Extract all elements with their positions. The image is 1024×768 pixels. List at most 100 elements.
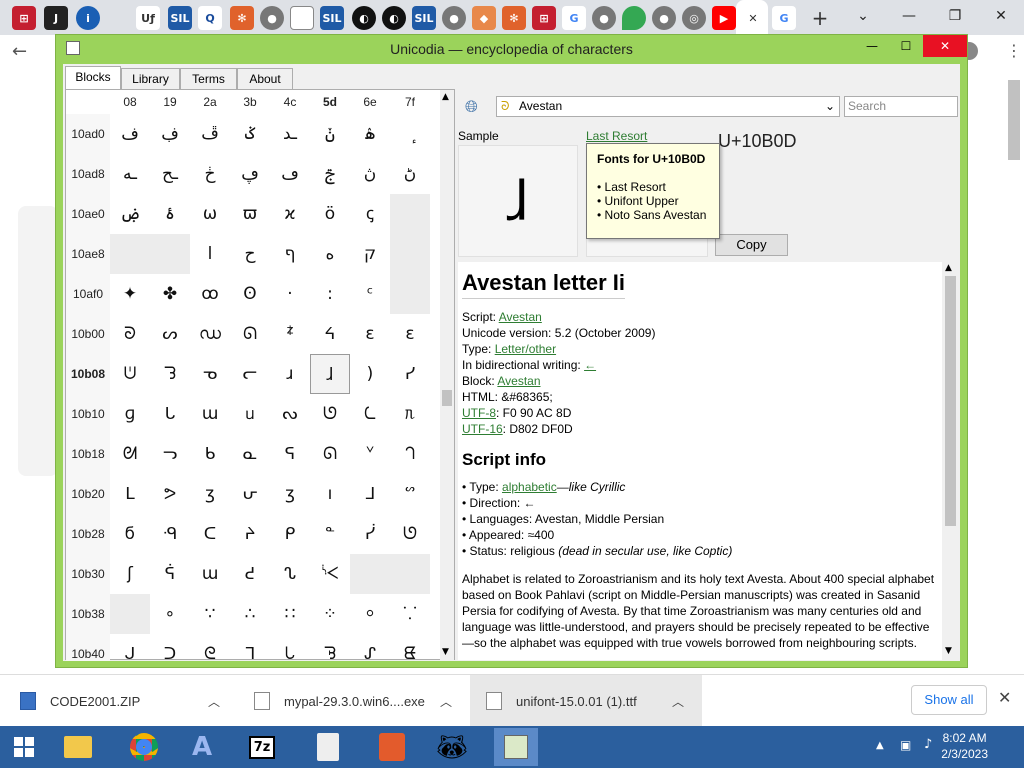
character-cell[interactable]: ✤: [150, 274, 190, 314]
character-cell[interactable]: ـد: [270, 114, 310, 154]
tray-chevron-icon[interactable]: ▲: [876, 740, 884, 751]
character-cell[interactable]: ݩ: [310, 114, 350, 154]
show-all-button[interactable]: Show all: [911, 685, 987, 715]
character-cell[interactable]: ڻ: [390, 154, 430, 194]
scroll-up-icon[interactable]: ▲: [442, 92, 449, 102]
maximize-button[interactable]: ☐: [889, 35, 923, 57]
character-cell[interactable]: ק: [350, 234, 390, 274]
character-cell[interactable]: ᶜ: [350, 274, 390, 314]
tab-favicon[interactable]: ◆: [472, 6, 496, 30]
minimize-button[interactable]: —: [855, 35, 889, 57]
globe-icon[interactable]: ●: [652, 6, 676, 30]
tab-favicon[interactable]: ⊞: [12, 6, 36, 30]
download-item[interactable]: mypal-29.3.0.win6....exe ︿: [238, 675, 468, 727]
tab-search-chevron-icon[interactable]: ⌄: [840, 0, 886, 32]
unicodia-taskbar-icon[interactable]: [494, 728, 538, 766]
start-button[interactable]: [2, 728, 46, 766]
utf8-link[interactable]: UTF-8: [462, 406, 496, 420]
back-arrow-icon[interactable]: ←: [12, 41, 27, 62]
script-link[interactable]: Avestan: [499, 310, 542, 324]
character-cell[interactable]: ᒍ: [110, 634, 150, 661]
menu-icon[interactable]: ⋮: [1006, 41, 1022, 60]
character-cell[interactable]: ᘂ: [270, 634, 310, 661]
character-cell[interactable]: ᕗ: [150, 474, 190, 514]
character-cell[interactable]: ᘓ: [190, 634, 230, 661]
app-icon[interactable]: [370, 728, 414, 766]
character-cell[interactable]: ᔕ: [150, 314, 190, 354]
sil-icon[interactable]: SIL: [320, 6, 344, 30]
tab-terms[interactable]: Terms: [180, 68, 237, 90]
character-cell[interactable]: ᔥ: [390, 474, 430, 514]
character-cell[interactable]: ᑲ: [190, 434, 230, 474]
character-cell[interactable]: ∷: [270, 594, 310, 634]
character-cell[interactable]: ᔌ: [310, 554, 350, 594]
google-icon[interactable]: G: [562, 6, 586, 30]
browser-minimize-button[interactable]: —: [886, 0, 932, 32]
close-tab-icon[interactable]: ✕: [741, 6, 765, 30]
character-cell[interactable]: ᘏ: [230, 314, 270, 354]
character-cell[interactable]: ڣ: [150, 114, 190, 154]
scroll-down-icon[interactable]: ▼: [945, 646, 952, 656]
character-cell[interactable]: ᒪ: [110, 474, 150, 514]
character-cell[interactable]: ݢ: [230, 114, 270, 154]
tab-library[interactable]: Library: [121, 68, 180, 90]
character-cell[interactable]: ɯ: [190, 554, 230, 594]
character-cell[interactable]: ϰ: [270, 194, 310, 234]
download-item[interactable]: CODE2001.ZIP ︿: [0, 675, 236, 727]
scroll-down-icon[interactable]: ▼: [442, 647, 449, 657]
tab-favicon[interactable]: ✻: [502, 6, 526, 30]
close-button[interactable]: ✕: [923, 35, 967, 57]
character-cell[interactable]: ·: [270, 274, 310, 314]
character-cell[interactable]: ⸰: [350, 594, 390, 634]
character-cell[interactable]: ᔨ: [230, 514, 270, 554]
character-cell[interactable]: ɹ: [270, 354, 310, 394]
raccoon-app-icon[interactable]: 🦝︎: [430, 728, 474, 766]
browser-close-button[interactable]: ✕: [978, 0, 1024, 32]
character-cell[interactable]: ϭ: [110, 514, 150, 554]
sil-icon[interactable]: SIL: [412, 6, 436, 30]
character-cell[interactable]: ᔑ: [350, 634, 390, 661]
close-downloads-icon[interactable]: ✕: [998, 688, 1011, 707]
character-cell[interactable]: ۿ: [350, 114, 390, 154]
bidi-link[interactable]: ←: [584, 358, 596, 372]
character-cell[interactable]: ࢢ: [310, 154, 350, 194]
character-cell[interactable]: ᑭ: [270, 514, 310, 554]
download-item[interactable]: unifont-15.0.01 (1).ttf ︿: [470, 675, 702, 727]
character-cell[interactable]: ᘐ: [110, 314, 150, 354]
character-cell[interactable]: ꝏ: [190, 274, 230, 314]
character-cell[interactable]: ⁘: [310, 594, 350, 634]
character-cell[interactable]: ᓓ: [150, 434, 190, 474]
character-cell[interactable]: ᙇ: [270, 314, 310, 354]
maps-icon[interactable]: [622, 6, 646, 30]
character-cell[interactable]: ʘ: [230, 274, 270, 314]
character-cell[interactable]: ᘎ: [390, 514, 430, 554]
character-cell[interactable]: ڂ: [190, 154, 230, 194]
character-cell[interactable]: ᓕ: [230, 354, 270, 394]
character-cell[interactable]: ᕍ: [230, 554, 270, 594]
character-cell[interactable]: ᘎ: [310, 394, 350, 434]
character-cell[interactable]: ᘁ: [350, 434, 390, 474]
grid-scroll-thumb[interactable]: [442, 390, 452, 406]
globe-icon[interactable]: 🌐︎: [465, 97, 485, 117]
character-cell[interactable]: ا: [190, 234, 230, 274]
copy-button[interactable]: Copy: [715, 234, 788, 256]
character-cell[interactable]: ۻ: [110, 194, 150, 234]
character-cell[interactable]: ∵: [190, 594, 230, 634]
character-cell[interactable]: ϖ: [230, 194, 270, 234]
character-cell[interactable]: ɛ: [350, 314, 390, 354]
character-cell[interactable]: ح: [230, 234, 270, 274]
character-cell[interactable]: ✦: [110, 274, 150, 314]
sil-icon[interactable]: SIL: [168, 6, 192, 30]
browser-restore-button[interactable]: ❐: [932, 0, 978, 32]
chrome-icon[interactable]: [122, 728, 166, 766]
clock[interactable]: 8:02 AM 2/3/2023: [941, 730, 988, 762]
character-cell[interactable]: ᘇ: [350, 394, 390, 434]
volume-icon[interactable]: ♪: [924, 737, 932, 752]
tab-favicon[interactable]: ⊞: [532, 6, 556, 30]
character-cell[interactable]: ڡ: [270, 154, 310, 194]
7zip-icon[interactable]: 7z: [240, 728, 284, 766]
character-cell[interactable]: ף: [270, 234, 310, 274]
tab-blocks[interactable]: Blocks: [65, 66, 121, 90]
character-cell[interactable]: ᘀ: [390, 634, 430, 661]
character-cell[interactable]: ʒ: [190, 474, 230, 514]
